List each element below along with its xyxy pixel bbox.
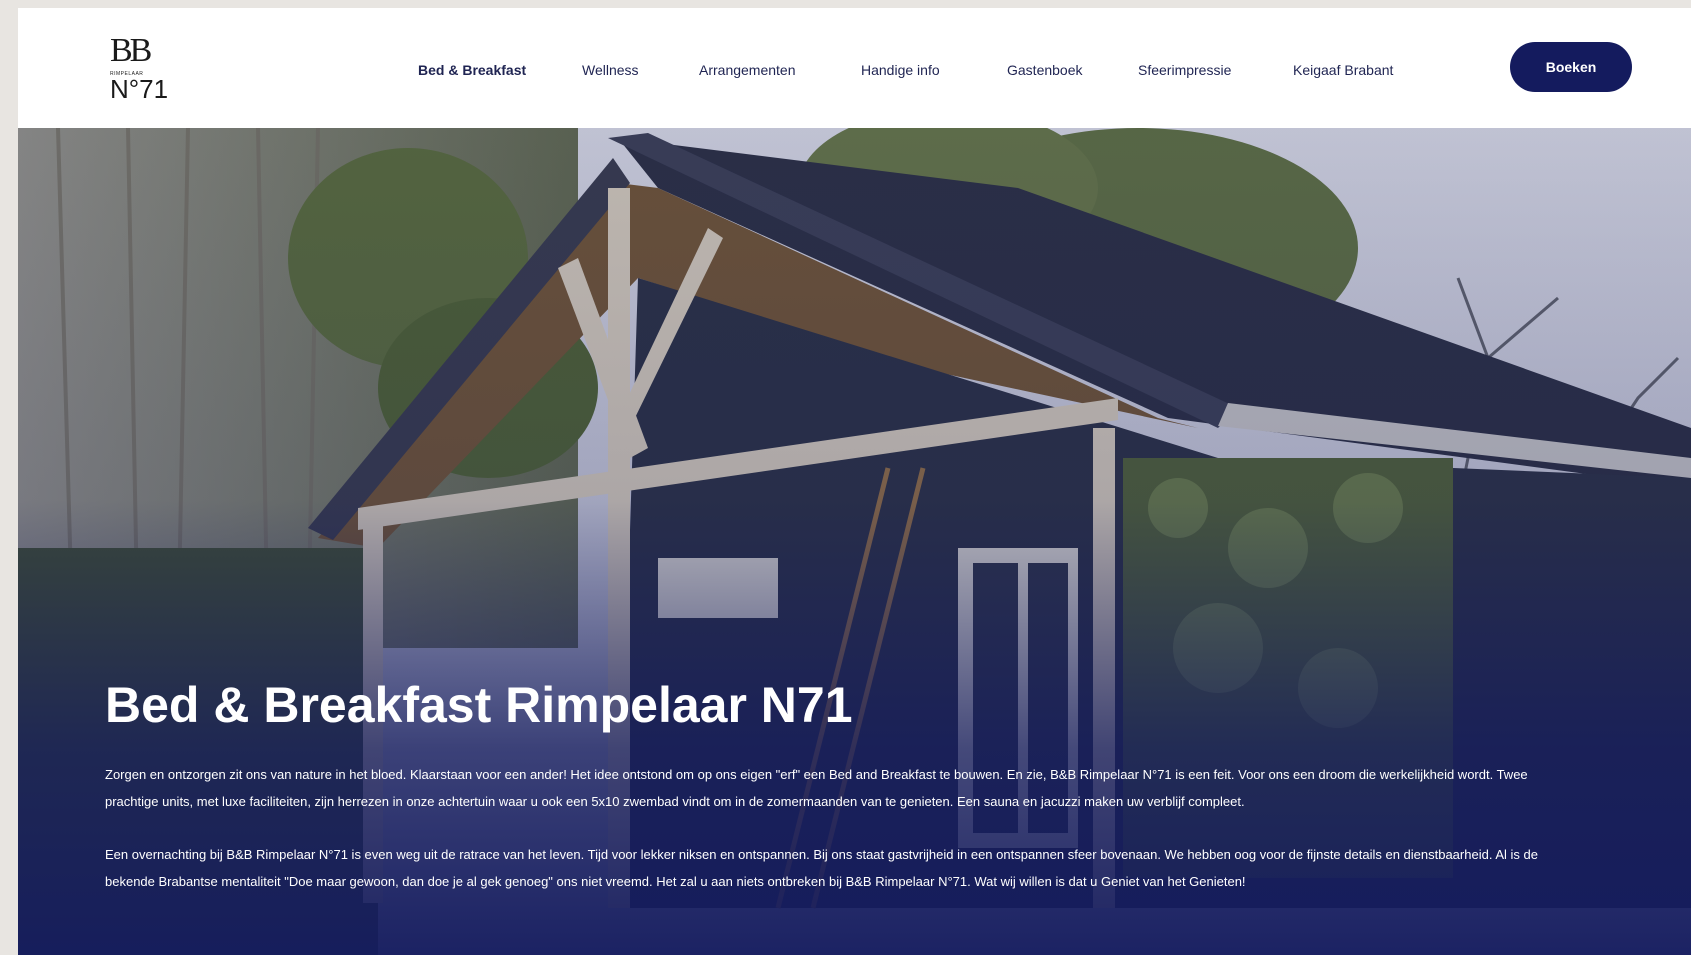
nav-item-handige-info[interactable]: Handige info (861, 62, 940, 78)
nav-item-gastenboek[interactable]: Gastenboek (1007, 62, 1083, 78)
site-header: BB RIMPELAAR N°71 Bed & Breakfast Wellne… (18, 8, 1691, 128)
nav-item-keigaaf-brabant[interactable]: Keigaaf Brabant (1293, 62, 1393, 78)
book-button[interactable]: Boeken (1510, 42, 1632, 92)
page: BB RIMPELAAR N°71 Bed & Breakfast Wellne… (18, 8, 1691, 955)
hero-paragraph-1: Zorgen en ontzorgen zit ons van nature i… (105, 767, 1528, 809)
nav-item-sfeerimpressie[interactable]: Sfeerimpressie (1138, 62, 1231, 78)
hero-section: Bed & Breakfast Rimpelaar N71 Zorgen en … (18, 128, 1691, 955)
hero-paragraph-2: Een overnachting bij B&B Rimpelaar N°71 … (105, 847, 1538, 889)
main-nav: Bed & Breakfast Wellness Arrangementen H… (18, 8, 1691, 128)
nav-item-arrangementen[interactable]: Arrangementen (699, 62, 796, 78)
nav-item-wellness[interactable]: Wellness (582, 62, 639, 78)
nav-item-bed-breakfast[interactable]: Bed & Breakfast (418, 62, 526, 78)
hero-title: Bed & Breakfast Rimpelaar N71 (105, 677, 853, 733)
hero-overlay (18, 128, 1691, 955)
